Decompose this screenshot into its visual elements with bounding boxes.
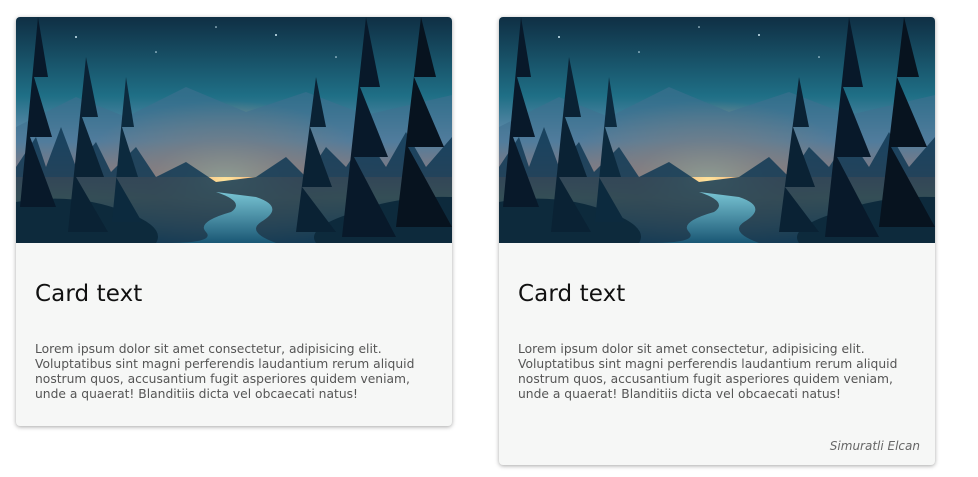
cards-container: Card text Lorem ipsum dolor sit amet con…: [0, 0, 978, 477]
card-description: Lorem ipsum dolor sit amet consectetur, …: [518, 342, 898, 401]
card-author: Simuratli Elcan: [829, 439, 920, 453]
card-1: Card text Lorem ipsum dolor sit amet con…: [16, 17, 452, 426]
card-image: [16, 17, 452, 243]
card-2: Card text Lorem ipsum dolor sit amet con…: [499, 17, 935, 465]
card-body: Card text Lorem ipsum dolor sit amet con…: [499, 281, 935, 402]
card-title: Card text: [518, 281, 626, 307]
card-description: Lorem ipsum dolor sit amet consectetur, …: [35, 342, 415, 401]
card-image: [499, 17, 935, 243]
card-body: Card text Lorem ipsum dolor sit amet con…: [16, 281, 452, 402]
card-title: Card text: [35, 281, 143, 307]
